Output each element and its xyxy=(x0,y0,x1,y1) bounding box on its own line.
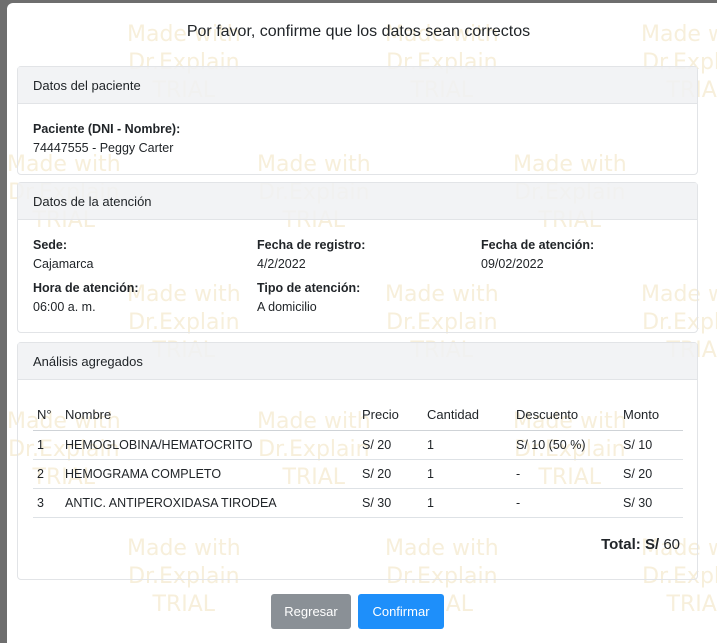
tipo-field: Tipo de atención: A domicilio xyxy=(257,281,360,314)
row-number: 3 xyxy=(33,488,61,518)
column-header: Cantidad xyxy=(423,400,512,431)
row-price: S/ 30 xyxy=(358,488,423,518)
confirm-button[interactable]: Confirmar xyxy=(358,594,444,629)
attention-card-header: Datos de la atención xyxy=(18,183,697,220)
total-label: Total: S/ xyxy=(601,536,660,553)
row-discount: S/ 10 (50 %) xyxy=(512,430,619,460)
hora-value: 06:00 a. m. xyxy=(33,300,96,314)
atencion-field: Fecha de atención: 09/02/2022 xyxy=(481,238,594,271)
row-name: ANTIC. ANTIPEROXIDASA TIRODEA xyxy=(61,488,358,518)
confirm-modal: Made with Dr.Explain TRIAL Made with Dr.… xyxy=(7,3,717,643)
row-number: 2 xyxy=(33,459,61,489)
analysis-table: N° Nombre Precio Cantidad Descuento Mont… xyxy=(33,400,683,518)
row-number: 1 xyxy=(33,430,61,460)
table-row: 2 HEMOGRAMA COMPLETO S/ 20 1 - S/ 20 xyxy=(33,459,683,489)
registro-value: 4/2/2022 xyxy=(257,257,306,271)
analysis-card-header: Análisis agregados xyxy=(18,343,697,380)
sede-value: Cajamarca xyxy=(33,257,94,271)
column-header: Monto xyxy=(619,400,683,431)
sede-label: Sede: xyxy=(33,238,68,252)
row-name: HEMOGRAMA COMPLETO xyxy=(61,459,358,489)
column-header: Descuento xyxy=(512,400,619,431)
row-amount: S/ 10 xyxy=(619,430,683,460)
patient-card-header: Datos del paciente xyxy=(18,67,697,104)
atencion-label: Fecha de atención: xyxy=(481,238,595,252)
hora-label: Hora de atención: xyxy=(33,281,139,295)
row-amount: S/ 30 xyxy=(619,488,683,518)
registro-field: Fecha de registro: 4/2/2022 xyxy=(257,238,365,271)
patient-label: Paciente (DNI - Nombre): xyxy=(33,122,181,136)
row-discount: - xyxy=(512,488,619,518)
column-header: N° xyxy=(33,400,61,431)
column-header: Nombre xyxy=(61,400,358,431)
analysis-card: Análisis agregados N° Nombre Precio Cant… xyxy=(17,342,698,580)
registro-label: Fecha de registro: xyxy=(257,238,366,252)
sede-field: Sede: Cajamarca xyxy=(33,238,93,271)
hora-field: Hora de atención: 06:00 a. m. xyxy=(33,281,139,314)
row-price: S/ 20 xyxy=(358,430,423,460)
table-row: 1 HEMOGLOBINA/HEMATOCRITO S/ 20 1 S/ 10 … xyxy=(33,430,683,460)
row-price: S/ 20 xyxy=(358,459,423,489)
back-button[interactable]: Regresar xyxy=(271,594,351,629)
total-value: 60 xyxy=(663,536,680,553)
row-quantity: 1 xyxy=(423,459,512,489)
modal-title: Por favor, confirme que los datos sean c… xyxy=(186,23,531,40)
atencion-value: 09/02/2022 xyxy=(481,257,544,271)
row-discount: - xyxy=(512,459,619,489)
row-amount: S/ 20 xyxy=(619,459,683,489)
row-name: HEMOGLOBINA/HEMATOCRITO xyxy=(61,430,358,460)
tipo-value: A domicilio xyxy=(257,300,317,314)
tipo-label: Tipo de atención: xyxy=(257,281,361,295)
patient-card: Datos del paciente Paciente (DNI - Nombr… xyxy=(17,66,698,175)
total: Total: S/ 60 xyxy=(601,536,680,553)
row-quantity: 1 xyxy=(423,430,512,460)
row-quantity: 1 xyxy=(423,488,512,518)
patient-field: Paciente (DNI - Nombre): 74447555 - Pegg… xyxy=(33,122,180,155)
table-header-row: N° Nombre Precio Cantidad Descuento Mont… xyxy=(33,400,683,431)
table-row: 3 ANTIC. ANTIPEROXIDASA TIRODEA S/ 30 1 … xyxy=(33,488,683,518)
patient-value: 74447555 - Peggy Carter xyxy=(33,141,174,155)
column-header: Precio xyxy=(358,400,423,431)
attention-card: Datos de la atención Sede: Cajamarca Fec… xyxy=(17,182,698,333)
